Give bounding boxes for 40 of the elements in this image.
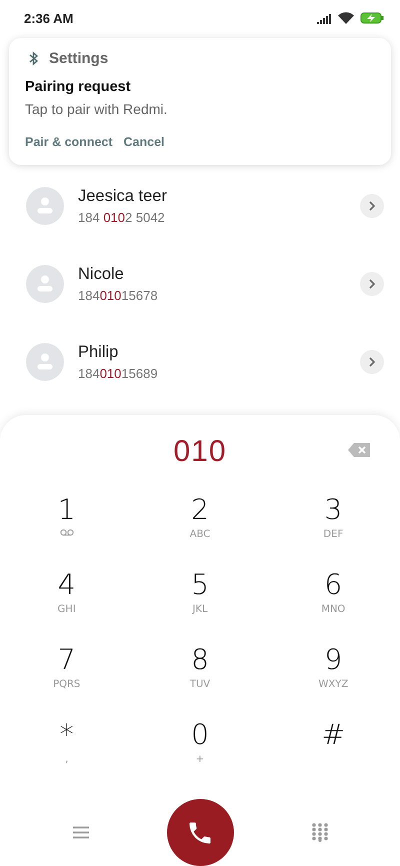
avatar-icon	[26, 265, 64, 303]
dial-key[interactable]: * ,	[0, 714, 134, 789]
app-name: Settings	[49, 50, 108, 67]
chevron-right-icon	[368, 201, 376, 211]
dial-key[interactable]: 2 ABC	[133, 489, 267, 564]
wifi-icon	[338, 12, 354, 24]
contact-name: Nicole	[78, 265, 125, 284]
details-button[interactable]	[360, 272, 384, 296]
dialed-number: 010	[173, 435, 227, 469]
contact-name: Jeesica teer	[78, 187, 168, 206]
dial-key[interactable]: 0 +	[133, 714, 267, 789]
chevron-right-icon	[368, 357, 376, 367]
notification-body: Tap to pair with Redmi.	[25, 101, 168, 117]
dial-key[interactable]: 4 GHI	[0, 564, 134, 639]
bluetooth-icon	[29, 51, 39, 66]
avatar-icon	[26, 343, 64, 381]
avatar-icon	[26, 187, 64, 225]
chevron-right-icon	[368, 279, 376, 289]
contact-number: 18401015678	[78, 288, 159, 303]
voicemail-icon	[60, 529, 74, 536]
notification-action[interactable]: Pair & connect	[25, 135, 113, 149]
status-time: 2:36 AM	[24, 10, 74, 26]
details-button[interactable]	[360, 194, 384, 218]
notification-card[interactable]: Settings Pairing request Tap to pair with Redmi. Pair & connect Cancel	[9, 38, 391, 165]
contact-name: Philip	[78, 343, 120, 362]
details-button[interactable]	[360, 350, 384, 374]
dial-key[interactable]: #	[266, 714, 400, 789]
contact-number: 18401015689	[78, 366, 159, 381]
dial-key[interactable]: 9 WXYZ	[266, 639, 400, 714]
battery-charging-icon	[360, 12, 384, 24]
notification-action[interactable]: Cancel	[124, 135, 165, 149]
dial-key[interactable]: 8 TUV	[133, 639, 267, 714]
dial-key[interactable]: 1	[0, 489, 134, 564]
dial-key[interactable]: 5 JKL	[133, 564, 267, 639]
dial-key[interactable]: 7 PQRS	[0, 639, 134, 714]
notification-title: Pairing request	[25, 79, 132, 95]
contact-number: 184 0102 5042	[78, 210, 166, 225]
dial-key[interactable]: 3 DEF	[266, 489, 400, 564]
dial-key[interactable]: 6 MNO	[266, 564, 400, 639]
signal-icon	[317, 12, 332, 24]
